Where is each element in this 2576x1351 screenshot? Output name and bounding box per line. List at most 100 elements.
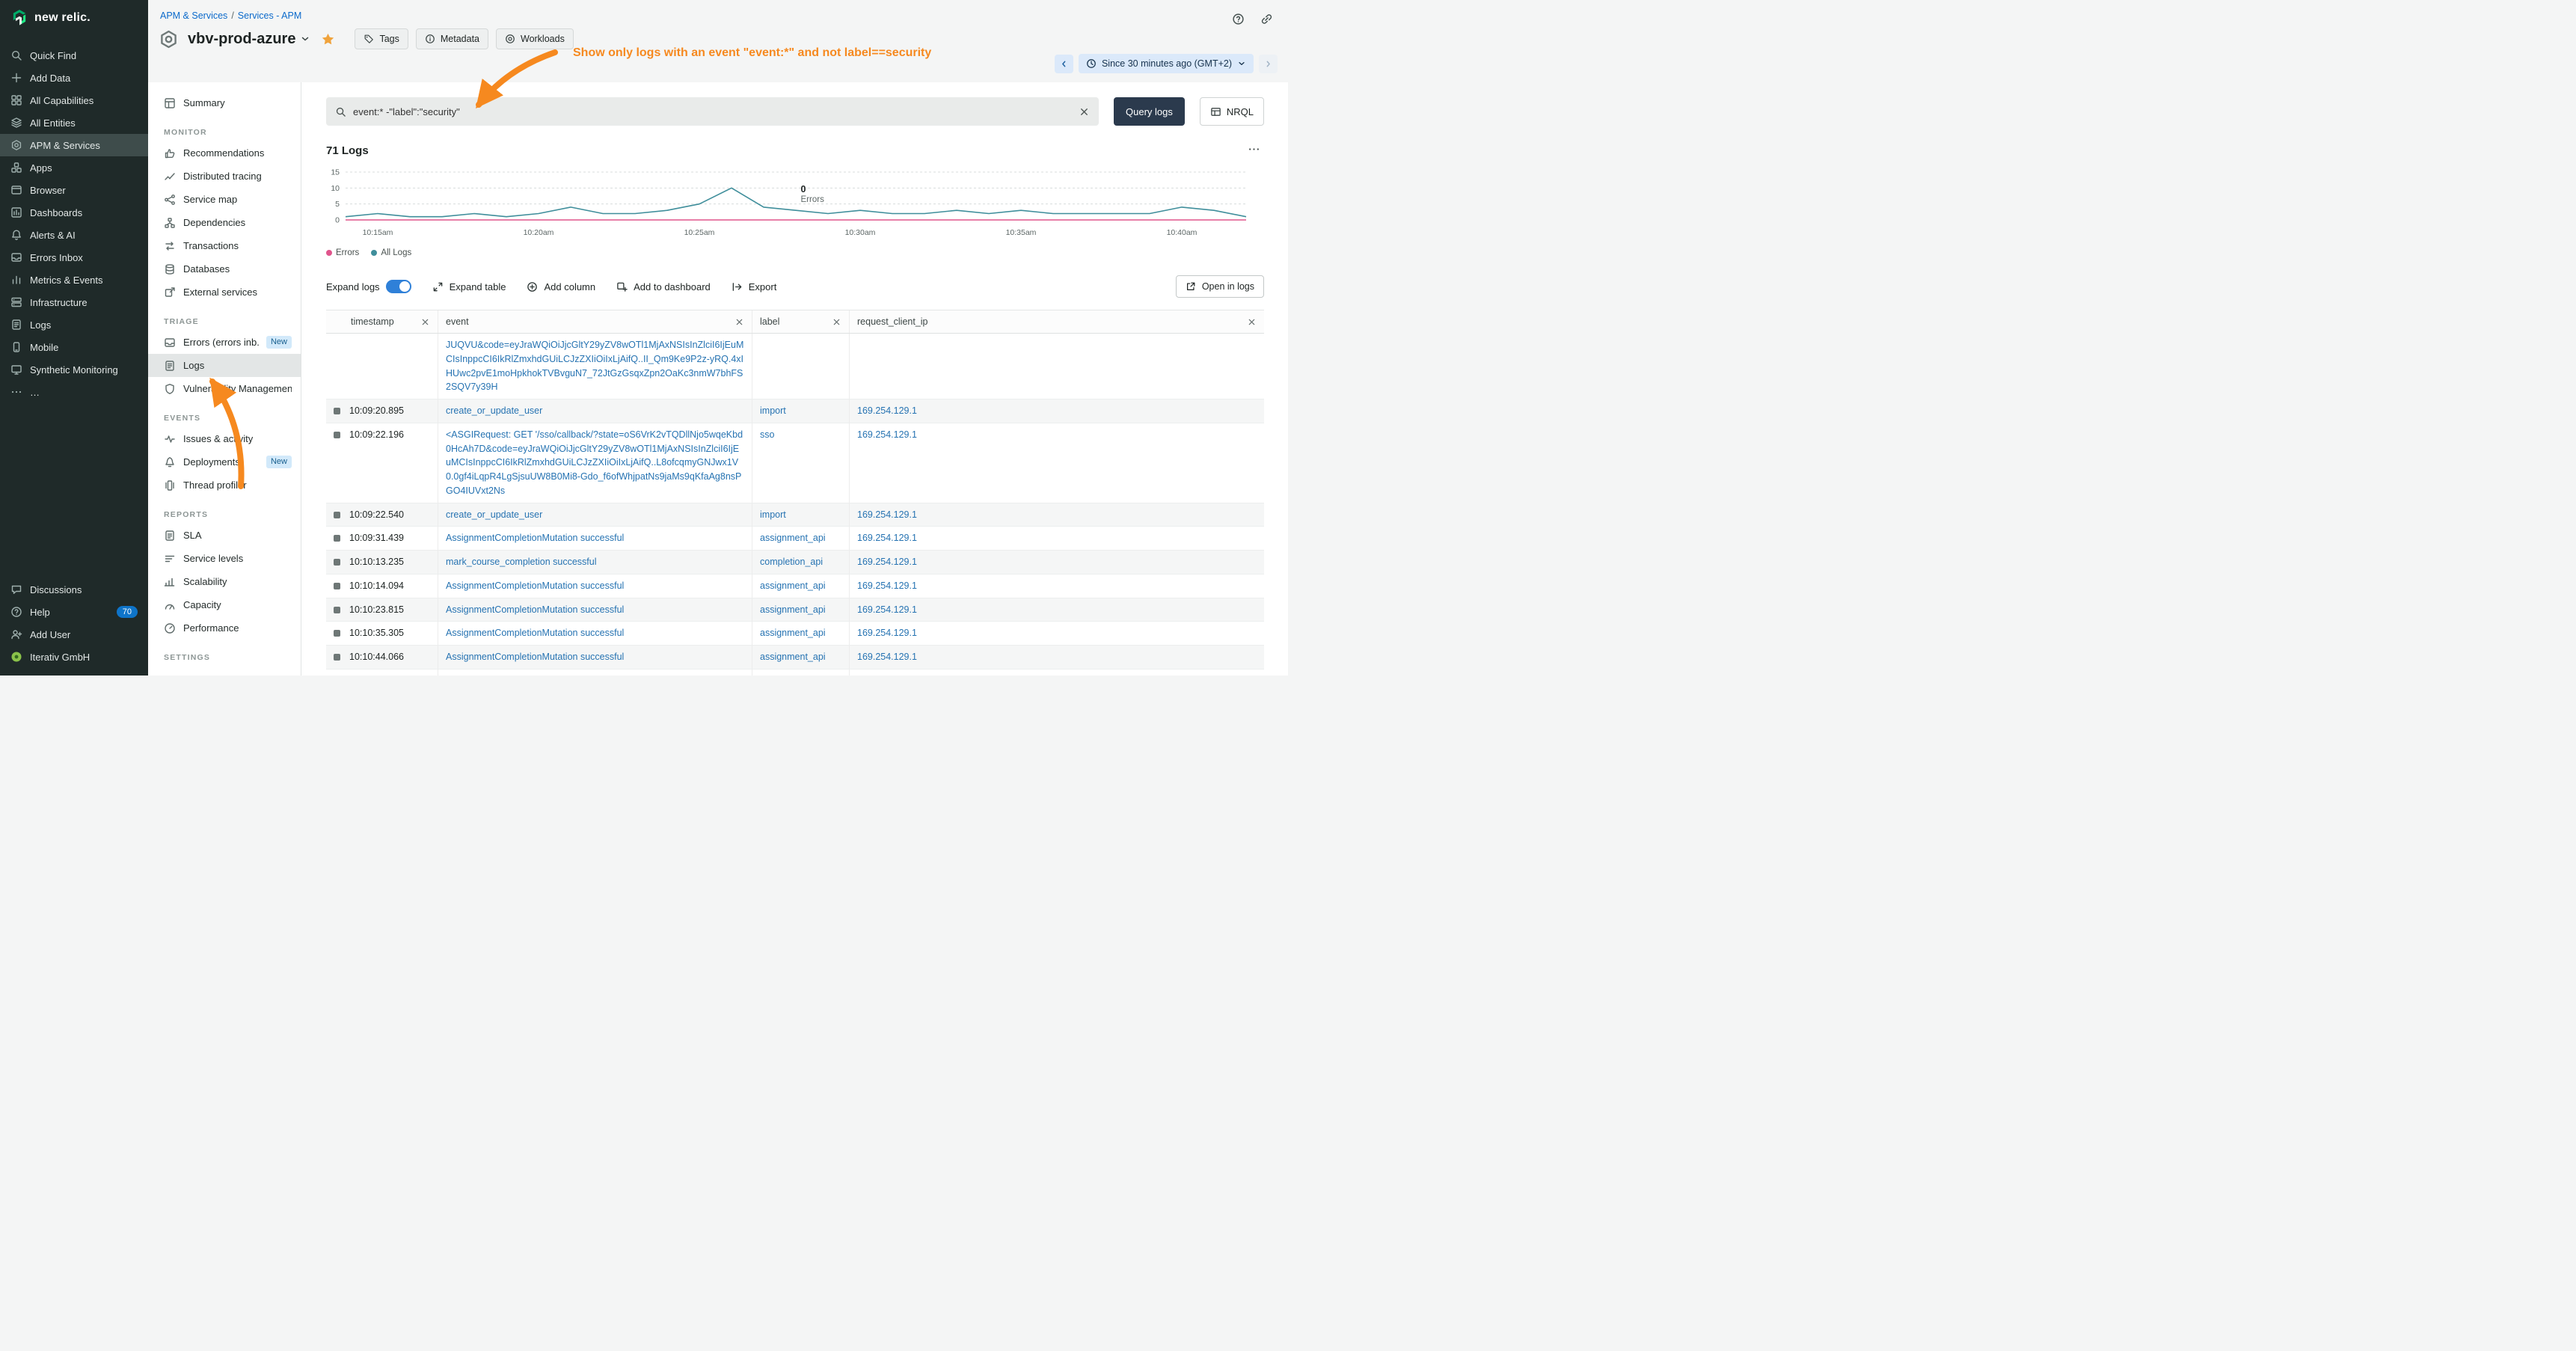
row-expand-handle[interactable]: [334, 512, 340, 518]
help-button[interactable]: [1228, 9, 1248, 28]
label-link[interactable]: completion_api: [760, 674, 823, 676]
sidebar-item-quick-find[interactable]: Quick Find: [0, 44, 148, 67]
sidebar-item-apm-services[interactable]: APM & Services: [0, 134, 148, 156]
event-link[interactable]: mark_course_completion successful: [446, 674, 596, 676]
breadcrumb-services-apm[interactable]: Services - APM: [238, 10, 301, 21]
nrql-button[interactable]: NRQL: [1200, 97, 1264, 126]
row-expand-handle[interactable]: [334, 408, 340, 414]
log-row[interactable]: 10:09:31.439AssignmentCompletionMutation…: [326, 527, 1264, 551]
remove-column-icon[interactable]: [735, 317, 744, 327]
sidebar-item-add-user[interactable]: Add User: [0, 623, 148, 646]
sidebar-item-alerts-ai[interactable]: Alerts & AI: [0, 224, 148, 246]
sidebar-item-synthetic-monitoring[interactable]: Synthetic Monitoring: [0, 358, 148, 381]
sidebar-item-all-capabilities[interactable]: All Capabilities: [0, 89, 148, 111]
add-column-button[interactable]: Add column: [527, 281, 595, 292]
remove-column-icon[interactable]: [832, 317, 841, 327]
ip-link[interactable]: 169.254.129.1: [857, 508, 917, 522]
label-link[interactable]: completion_api: [760, 555, 823, 569]
sidebar-item-external-services[interactable]: External services: [148, 281, 301, 304]
row-expand-handle[interactable]: [334, 654, 340, 661]
event-link[interactable]: <ASGIRequest: GET '/sso/callback/?state=…: [446, 428, 744, 498]
ip-link[interactable]: 169.254.129.1: [857, 626, 917, 640]
favorite-star-icon[interactable]: [321, 32, 335, 46]
log-row[interactable]: 10:10:49.051mark_course_completion succe…: [326, 670, 1264, 676]
ip-link[interactable]: 169.254.129.1: [857, 404, 917, 418]
sidebar-item-discussions[interactable]: Discussions: [0, 578, 148, 601]
row-expand-handle[interactable]: [334, 630, 340, 637]
label-link[interactable]: assignment_api: [760, 626, 826, 640]
remove-column-icon[interactable]: [420, 317, 430, 327]
event-link[interactable]: AssignmentCompletionMutation successful: [446, 626, 624, 640]
clear-search-icon[interactable]: [1079, 106, 1090, 117]
metadata-button[interactable]: Metadata: [416, 28, 488, 49]
log-row[interactable]: 10:09:20.895create_or_update_userimport1…: [326, 399, 1264, 423]
expand-logs-toggle[interactable]: [386, 280, 411, 293]
sidebar-item-deployments[interactable]: DeploymentsNew: [148, 450, 301, 474]
log-row[interactable]: JUQVU&code=eyJraWQiOiJjcGltY29yZV8wOTl1M…: [326, 334, 1264, 399]
event-link[interactable]: create_or_update_user: [446, 404, 542, 418]
label-link[interactable]: assignment_api: [760, 650, 826, 664]
sidebar-item-transactions[interactable]: Transactions: [148, 234, 301, 257]
ip-link[interactable]: 169.254.129.1: [857, 555, 917, 569]
sidebar-item-summary[interactable]: Summary: [148, 91, 301, 114]
sidebar-item-issues-activity[interactable]: Issues & activity: [148, 427, 301, 450]
label-link[interactable]: import: [760, 508, 786, 522]
breadcrumb-apm-services[interactable]: APM & Services: [160, 10, 227, 21]
event-link[interactable]: AssignmentCompletionMutation successful: [446, 603, 624, 617]
column-header-label[interactable]: label: [752, 310, 850, 333]
row-expand-handle[interactable]: [334, 607, 340, 613]
row-expand-handle[interactable]: [334, 432, 340, 438]
event-link[interactable]: JUQVU&code=eyJraWQiOiJjcGltY29yZV8wOTl1M…: [446, 338, 744, 394]
ip-link[interactable]: 169.254.129.1: [857, 531, 917, 545]
sidebar-item-infrastructure[interactable]: Infrastructure: [0, 291, 148, 313]
entity-switcher-chevron-icon[interactable]: [300, 34, 310, 44]
column-header-timestamp[interactable]: timestamp: [326, 310, 438, 333]
time-back-button[interactable]: [1055, 55, 1073, 73]
log-row[interactable]: 10:10:13.235mark_course_completion succe…: [326, 551, 1264, 575]
event-link[interactable]: mark_course_completion successful: [446, 555, 596, 569]
label-link[interactable]: assignment_api: [760, 603, 826, 617]
column-header-event[interactable]: event: [438, 310, 752, 333]
column-header-request-client-ip[interactable]: request_client_ip: [850, 310, 1264, 333]
ip-link[interactable]: 169.254.129.1: [857, 674, 917, 676]
sidebar-item-dependencies[interactable]: Dependencies: [148, 211, 301, 234]
add-to-dashboard-button[interactable]: Add to dashboard: [616, 281, 711, 292]
log-row[interactable]: 10:09:22.540create_or_update_userimport1…: [326, 503, 1264, 527]
export-button[interactable]: Export: [732, 281, 777, 292]
label-link[interactable]: assignment_api: [760, 531, 826, 545]
sidebar-item-sla[interactable]: SLA: [148, 524, 301, 547]
log-row[interactable]: 10:10:14.094AssignmentCompletionMutation…: [326, 575, 1264, 598]
sidebar-item-scalability[interactable]: Scalability: [148, 570, 301, 593]
open-in-logs-button[interactable]: Open in logs: [1176, 275, 1264, 298]
sidebar-item-iterativ-gmbh[interactable]: Iterativ GmbH: [0, 646, 148, 668]
label-link[interactable]: assignment_api: [760, 579, 826, 593]
copy-link-button[interactable]: [1257, 9, 1276, 28]
event-link[interactable]: AssignmentCompletionMutation successful: [446, 579, 624, 593]
tags-button[interactable]: Tags: [355, 28, 408, 49]
sidebar-item-metrics-events[interactable]: Metrics & Events: [0, 269, 148, 291]
sidebar-item-logs[interactable]: Logs: [0, 313, 148, 336]
workloads-button[interactable]: Workloads: [496, 28, 574, 49]
sidebar-item-help[interactable]: Help70: [0, 601, 148, 623]
sidebar-item-logs[interactable]: Logs: [148, 354, 301, 377]
sidebar-item-browser[interactable]: Browser: [0, 179, 148, 201]
log-row[interactable]: 10:10:44.066AssignmentCompletionMutation…: [326, 646, 1264, 670]
expand-table-button[interactable]: Expand table: [432, 281, 506, 292]
query-logs-button[interactable]: Query logs: [1114, 97, 1185, 126]
row-expand-handle[interactable]: [334, 559, 340, 566]
search-input[interactable]: [353, 106, 1072, 117]
log-row[interactable]: 10:10:23.815AssignmentCompletionMutation…: [326, 598, 1264, 622]
event-link[interactable]: create_or_update_user: [446, 508, 542, 522]
sidebar-item-service-map[interactable]: Service map: [148, 188, 301, 211]
event-link[interactable]: AssignmentCompletionMutation successful: [446, 650, 624, 664]
time-forward-button[interactable]: [1259, 55, 1278, 73]
remove-column-icon[interactable]: [1247, 317, 1257, 327]
sidebar-item-thread-profiler[interactable]: Thread profiler: [148, 474, 301, 497]
sidebar-item-databases[interactable]: Databases: [148, 257, 301, 281]
ip-link[interactable]: 169.254.129.1: [857, 428, 917, 442]
sidebar-item-apps[interactable]: Apps: [0, 156, 148, 179]
sidebar-item-errors-inbox[interactable]: Errors Inbox: [0, 246, 148, 269]
row-expand-handle[interactable]: [334, 535, 340, 542]
legend-all-logs[interactable]: All Logs: [371, 248, 411, 257]
sidebar-item-dashboards[interactable]: Dashboards: [0, 201, 148, 224]
